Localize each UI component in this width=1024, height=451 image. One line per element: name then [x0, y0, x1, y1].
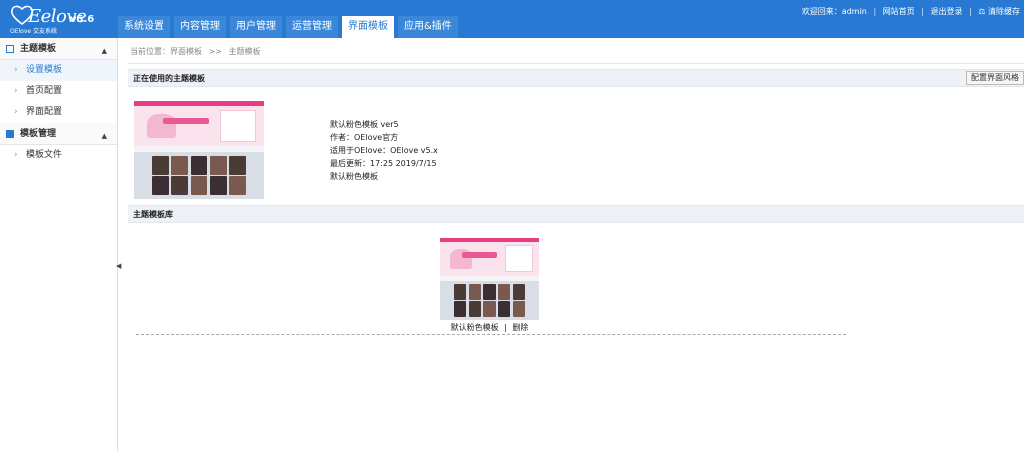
- theme-compatibility: 适用于OElove：OElove v5.x: [330, 146, 438, 155]
- preview-slogan: [162, 117, 210, 125]
- sidebar-item-homepage-config[interactable]: › 首页配置: [0, 81, 117, 102]
- top-links: 欢迎回来：admin | 网站首页 | 退出登录 | ⚖ 清除缓存: [802, 6, 1020, 17]
- current-theme-info: 默认粉色模板 ver5 作者：OElove官方 适用于OElove：OElove…: [330, 118, 438, 183]
- preview-photo-grid: [440, 280, 539, 320]
- breadcrumb-prefix: 当前位置：界面模板: [130, 47, 202, 56]
- library-theme-item: 默认粉色模板 | 删除: [440, 238, 539, 333]
- square-outline-icon: [6, 45, 14, 53]
- chevron-right-icon: ›: [14, 107, 18, 117]
- configure-style-button[interactable]: 配置界面风格: [966, 71, 1024, 85]
- caret-up-icon: ▲: [101, 47, 107, 55]
- tab-content-management[interactable]: 内容管理: [174, 16, 226, 38]
- breadcrumb: 当前位置：界面模板 >> 主题模板: [130, 46, 261, 57]
- sidebar-item-label: 模板文件: [26, 150, 63, 160]
- tab-apps-plugins[interactable]: 应用&插件: [398, 16, 458, 38]
- action-separator: |: [504, 323, 507, 332]
- site-home-link[interactable]: 网站首页: [883, 7, 915, 16]
- preview-login-form: [505, 245, 534, 273]
- divider: |: [873, 7, 877, 16]
- tab-system-settings[interactable]: 系统设置: [118, 16, 170, 38]
- sidebar-group-label: 主题模板: [20, 44, 57, 54]
- sidebar-item-label: 界面配置: [26, 107, 63, 117]
- version-label: v5.6: [70, 14, 95, 25]
- main-content: 当前位置：界面模板 >> 主题模板 正在使用的主题模板 配置界面风格 默认粉色模…: [120, 38, 1024, 451]
- logo: Eelove OElove 交友系统 v5.6: [6, 4, 116, 36]
- chevron-right-icon: ›: [14, 65, 18, 75]
- tab-interface-templates[interactable]: 界面模板: [342, 16, 394, 38]
- divider: |: [969, 7, 972, 16]
- broom-icon: ⚖: [978, 7, 986, 16]
- chevron-right-icon: ›: [14, 86, 18, 96]
- preview-photo-grid: [134, 151, 264, 199]
- library-theme-preview[interactable]: [440, 238, 539, 320]
- brand-subtitle: OElove 交友系统: [10, 28, 58, 35]
- grid-square-icon: [6, 130, 14, 138]
- current-theme-section-header: 正在使用的主题模板 配置界面风格: [128, 69, 1024, 87]
- sidebar-item-set-template[interactable]: › 设置模板: [0, 60, 117, 81]
- theme-name: 默认粉色模板 ver5: [330, 120, 399, 129]
- theme-author: 作者：OElove官方: [330, 133, 399, 142]
- sidebar-item-label: 首页配置: [26, 86, 63, 96]
- divider: |: [921, 7, 924, 16]
- caret-up-icon: ▲: [101, 132, 107, 140]
- library-theme-actions: 默认粉色模板 | 删除: [440, 322, 539, 333]
- theme-library-section-header: 主题模板库: [128, 205, 1024, 223]
- theme-updated: 最后更新：17:25 2019/7/15: [330, 159, 437, 168]
- section-title: 主题模板库: [133, 210, 173, 219]
- logout-link[interactable]: 退出登录: [930, 7, 962, 16]
- breadcrumb-current: 主题模板: [228, 47, 261, 56]
- dashed-divider: [136, 334, 846, 335]
- current-theme-preview: [134, 101, 264, 199]
- sidebar-group-label: 模板管理: [20, 129, 57, 139]
- sidebar-group-template-management[interactable]: 模板管理 ▲: [0, 123, 117, 145]
- delete-theme-link[interactable]: 删除: [512, 323, 528, 332]
- sidebar-item-label: 设置模板: [26, 65, 63, 75]
- breadcrumb-separator: >>: [208, 47, 222, 56]
- preview-banner: [134, 105, 264, 147]
- clear-cache-link[interactable]: 清除缓存: [988, 7, 1020, 16]
- sidebar-group-theme-templates[interactable]: 主题模板 ▲: [0, 38, 117, 60]
- divider: [128, 63, 1024, 64]
- sidebar: 主题模板 ▲ › 设置模板 › 首页配置 › 界面配置 模板管理 ▲ › 模板文…: [0, 38, 118, 451]
- main-tabs: 系统设置 内容管理 用户管理 运营管理 界面模板 应用&插件: [118, 16, 462, 38]
- top-bar: Eelove OElove 交友系统 v5.6 系统设置 内容管理 用户管理 运…: [0, 0, 1024, 38]
- theme-description: 默认粉色模板: [330, 172, 378, 181]
- library-theme-name-link[interactable]: 默认粉色模板: [451, 323, 499, 332]
- tab-user-management[interactable]: 用户管理: [230, 16, 282, 38]
- sidebar-item-interface-config[interactable]: › 界面配置: [0, 102, 117, 123]
- preview-login-form: [219, 109, 257, 143]
- chevron-right-icon: ›: [14, 150, 18, 160]
- section-title: 正在使用的主题模板: [133, 74, 205, 83]
- preview-banner: [440, 242, 539, 276]
- preview-slogan: [461, 252, 498, 258]
- sidebar-item-template-files[interactable]: › 模板文件: [0, 145, 117, 166]
- tab-operations[interactable]: 运营管理: [286, 16, 338, 38]
- welcome-text: 欢迎回来：admin: [801, 7, 867, 16]
